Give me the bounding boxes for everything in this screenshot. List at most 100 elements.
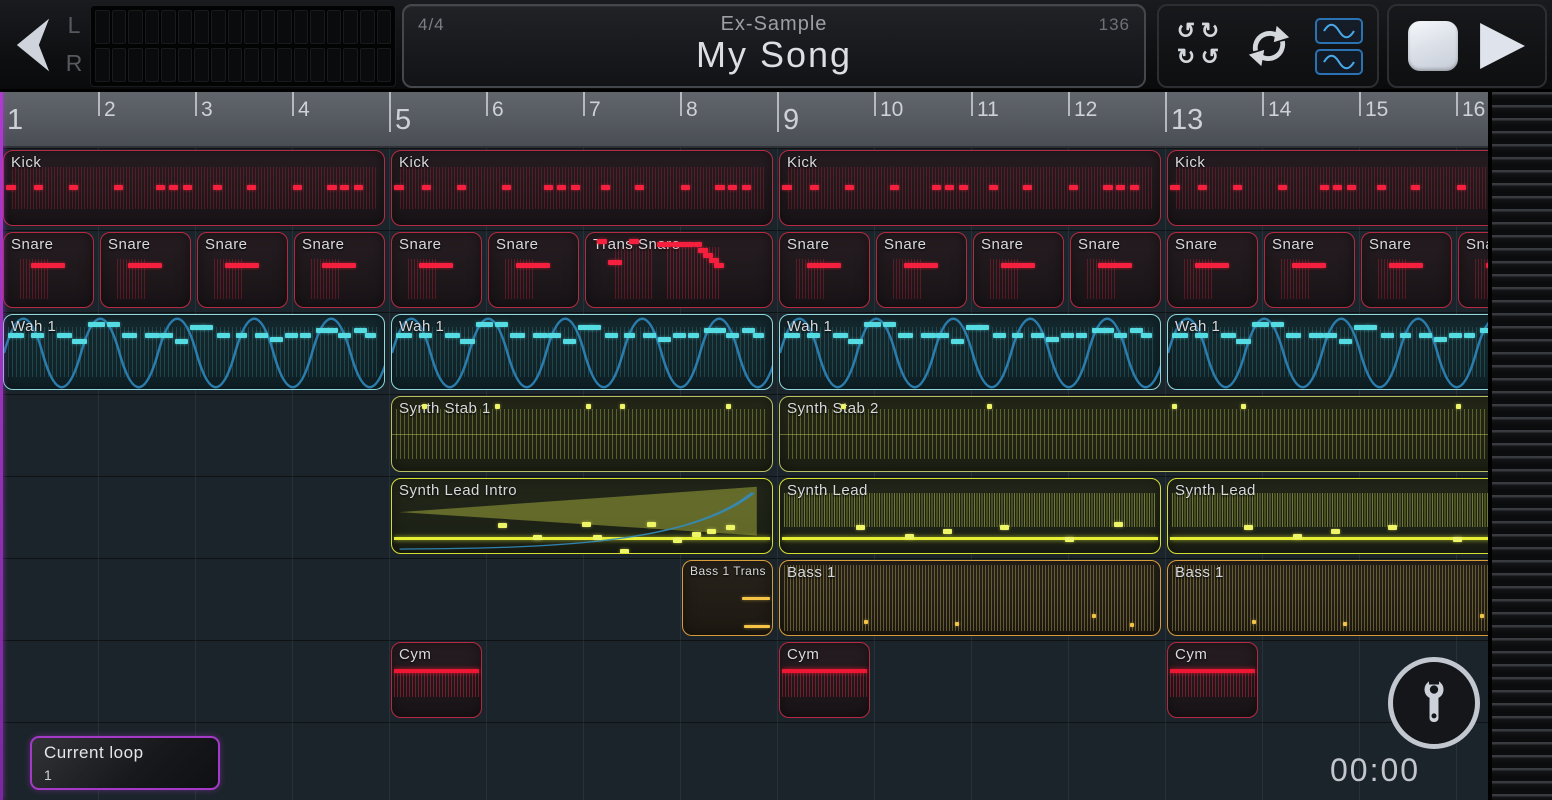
clip-note (784, 333, 800, 338)
timeline-ruler[interactable]: 12345678910111213141516 (0, 92, 1552, 148)
clip-note (8, 333, 24, 338)
clip-note (1023, 185, 1032, 190)
clip-kick[interactable]: Kick (779, 150, 1161, 226)
clip-note (6, 185, 16, 190)
clip-snare[interactable]: Snare (1167, 232, 1258, 308)
clip-note (1000, 525, 1009, 530)
clip-synth-stab-1[interactable]: Synth Stab 1 (391, 396, 773, 472)
ruler-bar-tick (777, 92, 779, 132)
back-button[interactable] (4, 4, 62, 86)
clip-note (57, 333, 72, 338)
clip-note (107, 322, 120, 327)
clip-snare[interactable]: Snare (100, 232, 191, 308)
clip-snare[interactable]: Snare (3, 232, 94, 308)
clip-note (715, 328, 726, 333)
clip-cym[interactable]: Cym (391, 642, 482, 718)
clip-snare[interactable]: Snare (197, 232, 288, 308)
clip-note (236, 333, 247, 338)
vu-segment (327, 48, 342, 82)
clip-wah-1[interactable]: Wah 1 (391, 314, 773, 390)
clip-bass-1[interactable]: Bass 1 (779, 560, 1161, 636)
clip-snare[interactable]: Snare (294, 232, 385, 308)
clip-note (327, 328, 338, 333)
ruler-bar-tick (971, 92, 973, 116)
loop-arrow-icon: ↻ (1174, 44, 1198, 70)
current-loop-box[interactable]: Current loop 1 (30, 736, 220, 790)
clip-note (225, 263, 259, 268)
clip-note (327, 185, 337, 190)
loop-mode-button[interactable]: ↺ ↻ ↻ ↺ (1173, 18, 1223, 74)
clip-cym[interactable]: Cym (1167, 642, 1258, 718)
ruler-bar-number: 10 (880, 98, 903, 122)
clip-note (1347, 185, 1356, 190)
ruler-bar-number: 15 (1365, 98, 1388, 122)
clip-note (1103, 185, 1113, 190)
clip-note (1286, 333, 1301, 338)
current-loop-label: Current loop (44, 743, 144, 763)
ruler-bar-tick (1359, 92, 1361, 116)
clip-note (1001, 263, 1035, 268)
clip-snare[interactable]: Snare (779, 232, 870, 308)
clip-note (943, 529, 952, 534)
clip-wah-1[interactable]: Wah 1 (779, 314, 1161, 390)
waveform-button-top[interactable] (1315, 18, 1363, 44)
clip-note (864, 620, 868, 624)
clip-bass-1-trans[interactable]: Bass 1 Trans (682, 560, 773, 636)
clip-note (932, 185, 941, 190)
vu-segment (310, 10, 325, 44)
clip-note (1293, 534, 1302, 539)
clip-trans-snare[interactable]: Trans Snare (585, 232, 773, 308)
clip-note (904, 263, 938, 268)
repeat-button[interactable] (1246, 23, 1292, 69)
clip-note (624, 333, 635, 338)
clip-note (495, 404, 500, 409)
clip-snare[interactable]: Snare (1070, 232, 1161, 308)
clip-note (1076, 333, 1087, 338)
clip-cym[interactable]: Cym (779, 642, 870, 718)
clip-note (1195, 333, 1208, 338)
clip-note (664, 242, 672, 247)
clip-kick[interactable]: Kick (3, 150, 385, 226)
clip-note (728, 185, 737, 190)
vu-segment (360, 10, 375, 44)
clip-snare[interactable]: Snare (876, 232, 967, 308)
meter-channel-labels: L R (62, 6, 86, 86)
clip-note (1320, 185, 1329, 190)
clip-note (945, 185, 954, 190)
clip-note (1456, 404, 1461, 409)
clip-note (394, 185, 404, 190)
clip-snare[interactable]: Snare (391, 232, 482, 308)
clip-snare[interactable]: Snare (488, 232, 579, 308)
clip-snare[interactable]: Snare (973, 232, 1064, 308)
vu-segment (327, 10, 342, 44)
clip-note (1092, 614, 1096, 618)
clip-note (34, 185, 43, 190)
play-button[interactable] (1478, 20, 1526, 72)
clip-kick[interactable]: Kick (391, 150, 773, 226)
clip-wah-1[interactable]: Wah 1 (3, 314, 385, 390)
song-title-panel[interactable]: 4/4 Ex-Sample My Song 136 (402, 4, 1146, 88)
clip-note (1389, 263, 1423, 268)
clip-synth-lead[interactable]: Synth Lead (779, 478, 1161, 554)
clip-snare[interactable]: Snare (1361, 232, 1452, 308)
ruler-bar-number: 8 (686, 98, 698, 122)
clip-note (1292, 263, 1326, 268)
clip-snare[interactable]: Snare (1264, 232, 1355, 308)
clip-note (419, 263, 453, 268)
tools-button[interactable] (1388, 657, 1480, 749)
vu-segment (128, 10, 143, 44)
clip-note (742, 597, 770, 600)
vertical-scroll-strip[interactable] (1488, 92, 1552, 800)
clip-synth-stab-2[interactable]: Synth Stab 2 (779, 396, 1549, 472)
stop-button[interactable] (1408, 21, 1458, 71)
clip-note (635, 185, 644, 190)
arrangement-grid[interactable]: KickKickKickKickSnareSnareSnareSnareSnar… (0, 148, 1552, 800)
clip-synth-lead-intro[interactable]: Synth Lead Intro (391, 478, 773, 554)
ruler-bar-tick (389, 92, 391, 132)
waveform-button-bottom[interactable] (1315, 49, 1363, 75)
clip-note (322, 263, 356, 268)
clip-note (807, 263, 841, 268)
clip-note (1457, 185, 1466, 190)
ruler-bar-number: 4 (298, 98, 310, 122)
clip-label: Snare (496, 236, 539, 253)
